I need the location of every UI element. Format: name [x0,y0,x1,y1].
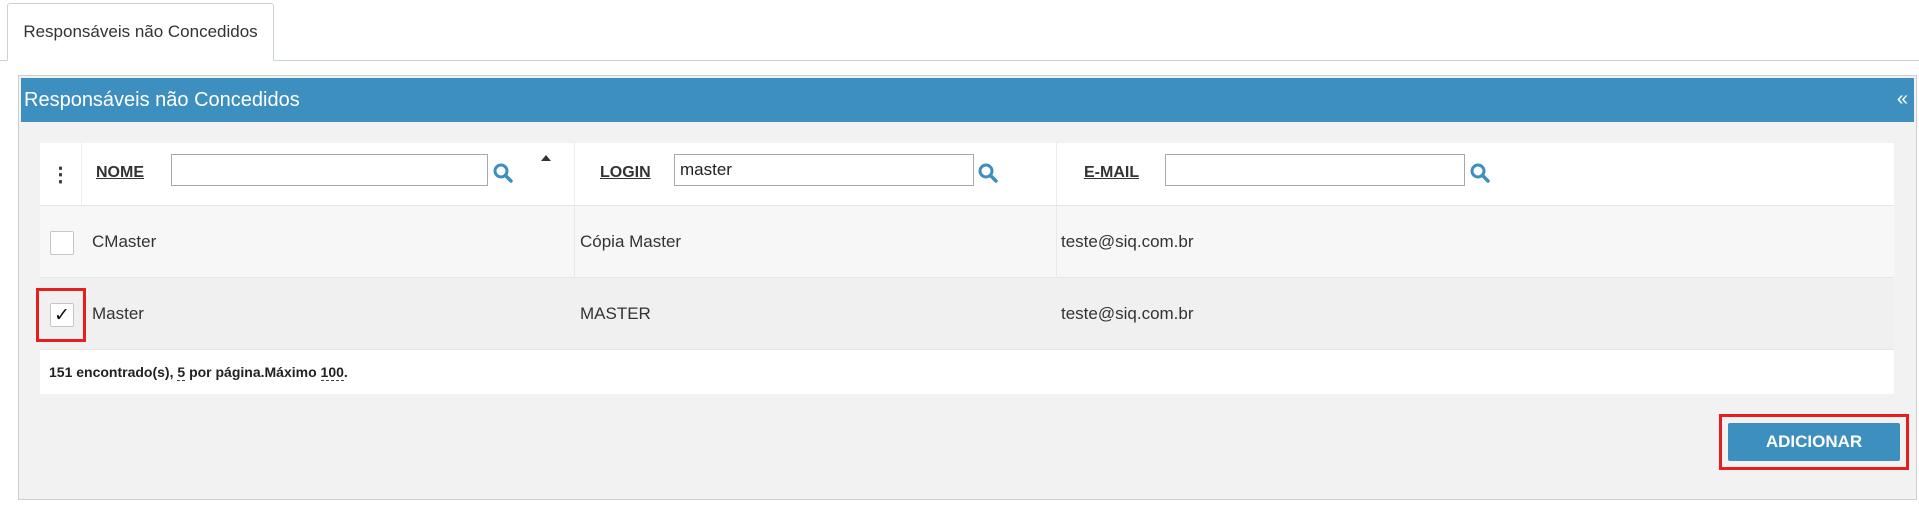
tab-bar: Responsáveis não Concedidos [0,0,1919,61]
table-row[interactable]: CMaster Cópia Master teste@siq.com.br [40,206,1894,278]
column-divider [1056,206,1057,278]
cell-nome: CMaster [92,232,157,251]
filter-input-email[interactable] [1165,154,1465,186]
column-header-email[interactable]: E-MAIL [1084,164,1139,182]
found-count: 151 encontrado(s), [49,364,174,380]
filter-input-login[interactable] [674,154,974,186]
table-row[interactable]: ✓ Master MASTER teste@siq.com.br [36,278,1894,350]
checkmark-icon: ✓ [54,304,70,326]
search-icon-login[interactable] [977,162,999,184]
cell-email: teste@siq.com.br [1061,304,1194,323]
per-page-label: por página.Máximo [189,364,317,380]
tab-label: Responsáveis não Concedidos [23,22,258,41]
tab-divider [0,60,1919,61]
cell-login: Cópia Master [580,232,682,251]
collapse-icon[interactable]: « [1897,88,1908,111]
column-menu-icon[interactable]: ⋮ [40,143,82,205]
per-page-selector[interactable]: 5 [177,364,186,381]
sort-asc-icon[interactable] [541,155,551,161]
panel-title: Responsáveis não Concedidos [24,88,300,111]
column-header-login[interactable]: LOGIN [600,164,651,182]
row-checkbox-checked[interactable]: ✓ [50,303,74,327]
button-highlight-box: ADICIONAR [1719,414,1909,470]
cell-nome: Master [92,304,144,323]
column-divider [1056,143,1057,205]
column-divider [574,143,575,205]
pagination-summary: 151 encontrado(s), 5 por página.Máximo 1… [40,350,1894,394]
column-divider [574,206,575,278]
add-button[interactable]: ADICIONAR [1728,423,1900,461]
tab-responsaveis-nao-concedidos[interactable]: Responsáveis não Concedidos [7,3,274,61]
responsaveis-panel: Responsáveis não Concedidos « ⋮ NOME LOG… [18,75,1917,500]
search-icon-email[interactable] [1469,162,1491,184]
data-grid: ⋮ NOME LOGIN E-MAIL [36,143,1894,394]
search-icon-nome[interactable] [492,162,514,184]
max-selector[interactable]: 100 [320,364,344,381]
grid-header: ⋮ NOME LOGIN E-MAIL [40,143,1894,206]
cell-login: MASTER [580,304,651,323]
panel-header: Responsáveis não Concedidos « [21,78,1914,122]
cell-email: teste@siq.com.br [1061,232,1194,251]
column-header-nome[interactable]: NOME [96,164,144,182]
row-checkbox[interactable] [50,231,74,255]
filter-input-nome[interactable] [171,154,488,186]
footer-period: . [343,364,348,380]
